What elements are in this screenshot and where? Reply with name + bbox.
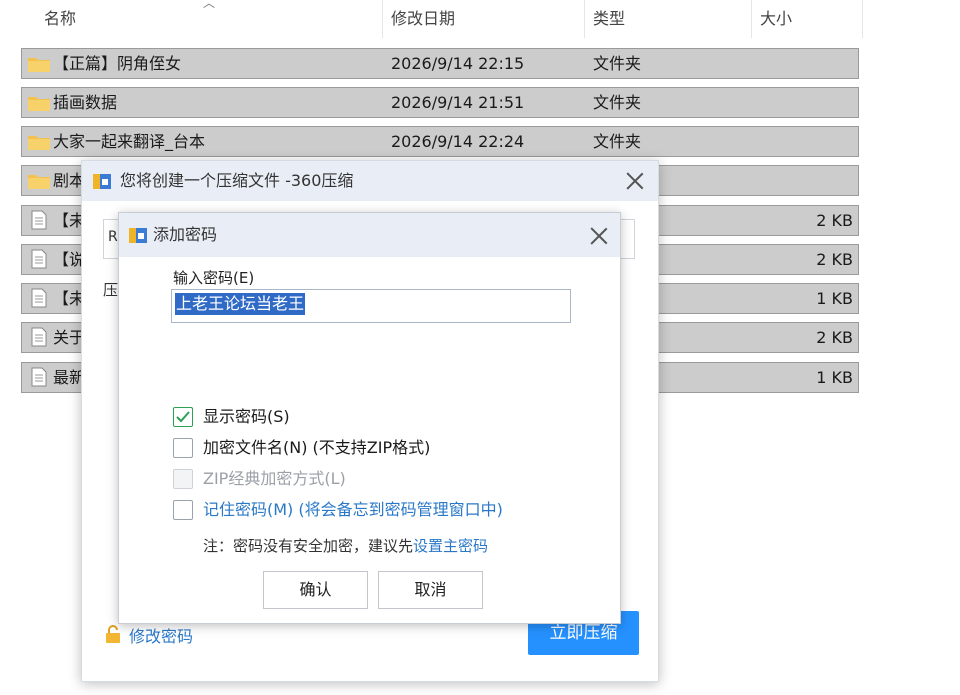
option-label: 记住密码(M) (将会备忘到密码管理窗口中) bbox=[203, 500, 503, 519]
option-label: 加密文件名(N) (不支持ZIP格式) bbox=[203, 438, 431, 457]
checkbox[interactable] bbox=[173, 438, 193, 458]
sort-up-icon: ︿ bbox=[203, 0, 216, 10]
file-icon bbox=[31, 367, 47, 387]
column-divider[interactable] bbox=[862, 0, 863, 38]
file-type: 文件夹 bbox=[593, 54, 642, 73]
column-header-name[interactable]: 名称 bbox=[44, 0, 76, 38]
security-note: 注：密码没有安全加密，建议先设置主密码 bbox=[203, 535, 488, 556]
archive-app-icon bbox=[129, 228, 147, 243]
file-size: 2 KB bbox=[816, 250, 853, 269]
dialog-title: 添加密码 bbox=[153, 225, 218, 244]
column-header-date[interactable]: 修改日期 bbox=[391, 0, 455, 38]
folder-icon bbox=[28, 58, 50, 72]
dialog-titlebar[interactable]: 您将创建一个压缩文件 -360压缩 bbox=[82, 161, 658, 201]
archive-path-text: R bbox=[108, 229, 118, 245]
file-date: 2026/9/14 21:51 bbox=[391, 93, 525, 112]
file-size: 1 KB bbox=[816, 368, 853, 387]
password-label: 输入密码(E) bbox=[173, 269, 255, 287]
file-size: 1 KB bbox=[816, 289, 853, 308]
option-label: 显示密码(S) bbox=[203, 407, 290, 426]
folder-icon bbox=[28, 175, 50, 189]
file-name: 【正篇】阴角侄女 bbox=[53, 54, 182, 73]
check-icon bbox=[176, 411, 190, 423]
lock-icon bbox=[106, 625, 120, 643]
close-icon[interactable] bbox=[625, 171, 645, 191]
set-master-password-link[interactable]: 设置主密码 bbox=[413, 537, 488, 555]
file-size: 2 KB bbox=[816, 328, 853, 347]
compress-label: 压 bbox=[103, 281, 119, 299]
file-name: 插画数据 bbox=[53, 93, 118, 112]
close-icon[interactable] bbox=[589, 226, 609, 246]
file-date: 2026/9/14 22:24 bbox=[391, 132, 525, 151]
file-icon bbox=[31, 327, 47, 347]
folder-icon bbox=[28, 136, 50, 150]
note-text: 注：密码没有安全加密，建议先 bbox=[203, 537, 414, 555]
table-row[interactable]: 【正篇】阴角侄女 2026/9/14 22:15 文件夹 bbox=[21, 48, 859, 79]
table-row[interactable]: 插画数据 2026/9/14 21:51 文件夹 bbox=[21, 87, 859, 118]
file-size: 2 KB bbox=[816, 211, 853, 230]
file-type: 文件夹 bbox=[593, 132, 642, 151]
column-header-size[interactable]: 大小 bbox=[760, 0, 792, 38]
dialog-titlebar[interactable]: 添加密码 bbox=[119, 213, 620, 257]
file-type: 文件夹 bbox=[593, 93, 642, 112]
option-label: ZIP经典加密方式(L) bbox=[203, 469, 346, 488]
password-text: 上老王论坛当老王 bbox=[175, 293, 306, 315]
cancel-button[interactable]: 取消 bbox=[378, 571, 483, 609]
modify-password-label: 修改密码 bbox=[129, 627, 194, 646]
file-icon bbox=[31, 210, 47, 230]
file-date: 2026/9/14 22:15 bbox=[391, 54, 525, 73]
dialog-title: 您将创建一个压缩文件 -360压缩 bbox=[120, 171, 354, 190]
file-icon bbox=[31, 288, 47, 308]
checkbox[interactable] bbox=[173, 500, 193, 520]
archive-app-icon bbox=[93, 174, 111, 189]
column-header-type[interactable]: 类型 bbox=[593, 0, 625, 38]
add-password-dialog: 添加密码 输入密码(E) 上老王论坛当老王 显示密码(S) 加密文件名(N) (… bbox=[118, 212, 621, 624]
confirm-button[interactable]: 确认 bbox=[263, 571, 368, 609]
file-name: 大家一起来翻译_台本 bbox=[53, 132, 206, 151]
column-divider[interactable] bbox=[751, 0, 752, 38]
checkbox bbox=[173, 469, 193, 489]
column-divider[interactable] bbox=[382, 0, 383, 38]
folder-icon bbox=[28, 97, 50, 111]
checkbox[interactable] bbox=[173, 407, 193, 427]
file-icon bbox=[31, 249, 47, 269]
password-input[interactable]: 上老王论坛当老王 bbox=[171, 289, 571, 323]
table-row[interactable]: 大家一起来翻译_台本 2026/9/14 22:24 文件夹 bbox=[21, 126, 859, 157]
column-divider[interactable] bbox=[584, 0, 585, 38]
